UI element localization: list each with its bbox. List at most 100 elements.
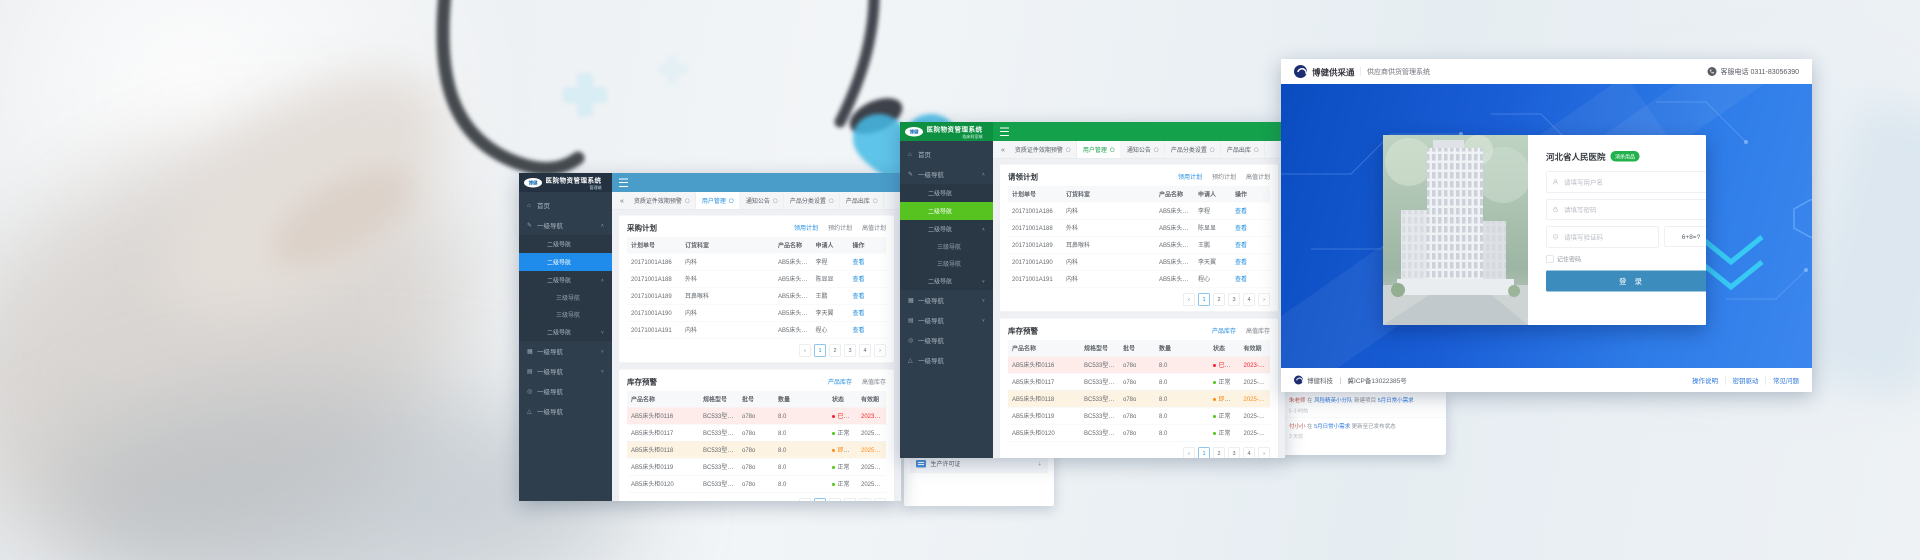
sidebar-item[interactable]: 二级导航 [900,272,993,290]
card-header-link[interactable]: 领用计划 [794,224,818,233]
page-button[interactable]: 1 [814,499,826,502]
tab-close-dot-icon[interactable] [729,198,734,203]
page-button[interactable]: 2 [829,345,841,357]
page-button[interactable]: 1 [1198,294,1210,306]
feed-link[interactable]: 风险精英小分队 [1314,398,1353,404]
page-tab[interactable]: 通知公告 [740,192,784,209]
card-header-link[interactable]: 预约计划 [828,224,852,233]
view-link[interactable]: 查看 [1235,242,1247,249]
download-icon[interactable]: ⇣ [1037,460,1042,467]
page-button[interactable]: 4 [859,499,871,502]
page-button[interactable]: 2 [829,499,841,502]
double-left-icon[interactable]: « [616,197,628,205]
card-header-link[interactable]: 高值计划 [862,224,886,233]
sidebar-item[interactable]: 一级导航 [519,341,612,361]
sidebar-item[interactable]: 一级导航 [519,215,612,235]
double-left-icon[interactable]: « [997,146,1009,154]
page-button[interactable]: 3 [844,499,856,502]
card-header-link[interactable]: 高值库存 [1246,327,1270,336]
feed-link[interactable]: 5月日常小需求 [1378,398,1414,404]
page-tab[interactable]: 产品出库 [840,192,884,209]
sidebar-item[interactable]: 一级导航 [900,164,993,184]
tab-close-dot-icon[interactable] [1110,147,1115,152]
page-tab[interactable]: 用户管理 [1076,141,1121,158]
footer-link[interactable]: 操作说明 [1692,375,1718,385]
sidebar-item[interactable]: 一级导航 [900,310,993,330]
view-link[interactable]: 查看 [853,310,865,317]
view-link[interactable]: 查看 [853,276,865,283]
view-link[interactable]: 查看 [853,293,865,300]
page-button[interactable]: › [874,499,886,502]
sidebar-item[interactable]: 三级导航 [900,238,993,255]
sidebar-item[interactable]: 首页 [900,144,993,164]
page-button[interactable]: ‹ [1183,294,1195,306]
card-header-link[interactable]: 高值计划 [1246,173,1270,182]
sidebar-item[interactable]: 一级导航 [900,330,993,350]
sidebar-item[interactable]: 二级导航 [519,253,612,271]
sidebar-item[interactable]: 三级导航 [519,289,612,306]
tab-close-dot-icon[interactable] [1210,147,1215,152]
page-tab[interactable]: 资质证件效期预警 [1009,141,1077,158]
page-button[interactable]: › [1258,294,1270,306]
username-input[interactable] [1563,178,1706,187]
page-button[interactable]: 4 [1243,448,1255,459]
tab-close-dot-icon[interactable] [685,198,690,203]
sidebar-item[interactable]: 二级导航 [519,271,612,289]
card-header-link[interactable]: 产品库存 [1212,327,1236,336]
page-button[interactable]: 1 [814,345,826,357]
page-tab[interactable]: 产品分类设置 [1165,141,1221,158]
sidebar-item[interactable]: 二级导航 [900,220,993,238]
page-button[interactable]: 4 [1243,294,1255,306]
sidebar-item[interactable]: 三级导航 [900,255,993,272]
view-link[interactable]: 查看 [1235,208,1247,215]
page-button[interactable]: › [1258,448,1270,459]
sidebar-item[interactable]: 二级导航 [519,323,612,341]
sidebar-item[interactable]: 一级导航 [519,381,612,401]
sidebar-item[interactable]: 三级导航 [519,306,612,323]
card-header-link[interactable]: 领用计划 [1178,173,1202,182]
view-link[interactable]: 查看 [853,259,865,266]
sidebar-item[interactable]: 二级导航 [900,202,993,220]
sidebar-item[interactable]: 一级导航 [519,401,612,421]
page-button[interactable]: 4 [859,345,871,357]
page-button[interactable]: 3 [844,345,856,357]
card-header-link[interactable]: 高值库存 [862,378,886,387]
page-button[interactable]: ‹ [799,499,811,502]
tab-close-dot-icon[interactable] [1066,147,1071,152]
page-button[interactable]: 2 [1213,448,1225,459]
hamburger-icon[interactable] [619,178,628,187]
sidebar-item[interactable]: 首页 [519,195,612,215]
page-button[interactable]: 1 [1198,448,1210,459]
password-input[interactable] [1563,205,1706,214]
feed-link[interactable]: 5月日常小需求 [1314,423,1350,429]
page-button[interactable]: › [874,345,886,357]
page-button[interactable]: ‹ [799,345,811,357]
tab-close-dot-icon[interactable] [873,198,878,203]
card-header-link[interactable]: 产品库存 [828,378,852,387]
remember-checkbox[interactable] [1546,256,1554,264]
sidebar-item[interactable]: 一级导航 [519,361,612,381]
tab-close-dot-icon[interactable] [1254,147,1259,152]
page-tab[interactable]: 资质证件效期预警 [628,192,696,209]
view-link[interactable]: 查看 [1235,259,1247,266]
page-tab[interactable]: 产品出库 [1221,141,1265,158]
captcha-question[interactable]: 6+8=? [1664,227,1706,247]
sidebar-item[interactable]: 一级导航 [900,290,993,310]
footer-link[interactable]: 密钥驱动 [1725,375,1759,385]
sidebar-item[interactable]: 二级导航 [519,235,612,253]
card-header-link[interactable]: 预约计划 [1212,173,1236,182]
view-link[interactable]: 查看 [853,327,865,334]
page-tab[interactable]: 用户管理 [695,192,740,209]
tab-close-dot-icon[interactable] [829,198,834,203]
feed-user[interactable]: 付小小 [1289,423,1306,429]
page-tab[interactable]: 产品分类设置 [784,192,840,209]
page-button[interactable]: 3 [1228,294,1240,306]
tab-close-dot-icon[interactable] [1154,147,1159,152]
page-button[interactable]: 3 [1228,448,1240,459]
view-link[interactable]: 查看 [1235,276,1247,283]
page-tab[interactable]: 通知公告 [1121,141,1165,158]
captcha-input[interactable] [1563,233,1653,242]
hamburger-icon[interactable] [1000,127,1009,136]
tab-close-dot-icon[interactable] [773,198,778,203]
page-button[interactable]: 2 [1213,294,1225,306]
